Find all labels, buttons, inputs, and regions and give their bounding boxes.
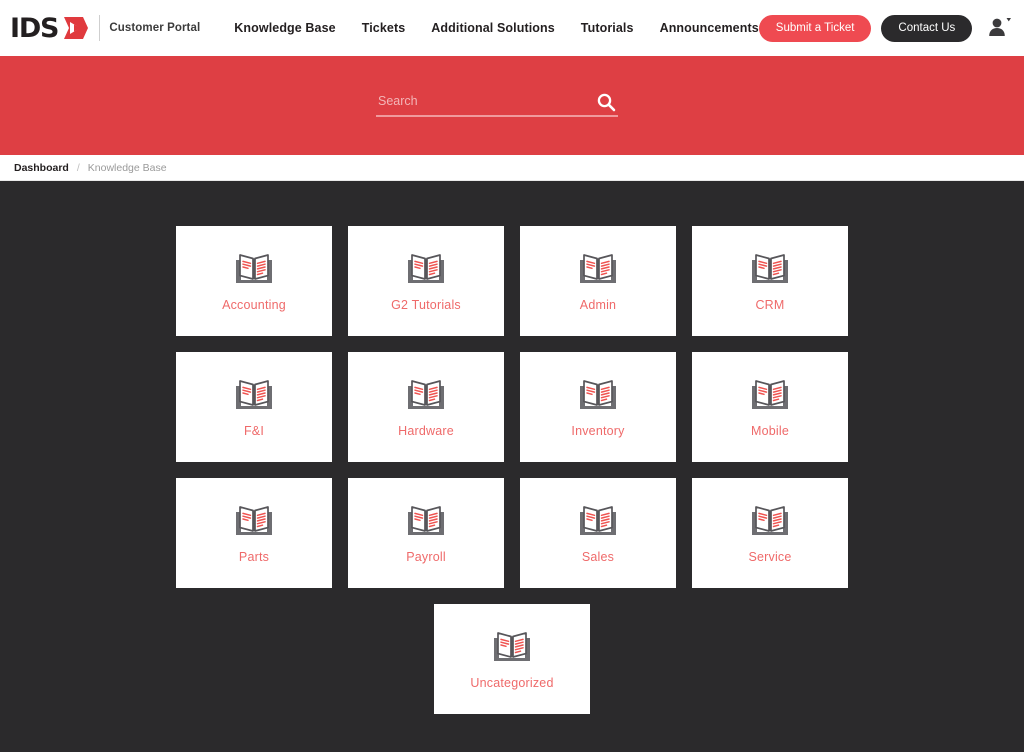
nav-tutorials[interactable]: Tutorials	[581, 21, 634, 35]
category-card-label: Sales	[581, 549, 615, 564]
main-nav: Knowledge Base Tickets Additional Soluti…	[234, 21, 759, 35]
top-actions: Submit a Ticket Contact Us	[758, 14, 1013, 42]
category-card-label: Accounting	[222, 297, 286, 312]
category-card-label: Payroll	[406, 549, 446, 564]
open-book-icon	[406, 503, 446, 537]
open-book-icon	[406, 251, 446, 285]
sub-brand-label: Customer Portal	[109, 22, 201, 34]
contact-us-button[interactable]: Contact Us	[881, 14, 973, 42]
open-book-icon	[750, 377, 790, 411]
category-card[interactable]: Accounting	[176, 226, 332, 336]
category-card[interactable]: Payroll	[348, 478, 504, 588]
open-book-icon	[406, 377, 446, 411]
category-card[interactable]: Hardware	[348, 352, 504, 462]
open-book-icon	[234, 251, 274, 285]
category-card-label: Uncategorized	[470, 675, 554, 690]
brand-divider	[99, 15, 101, 41]
category-card[interactable]: G2 Tutorials	[348, 226, 504, 336]
nav-announcements[interactable]: Announcements	[660, 21, 759, 35]
category-card[interactable]: Admin	[520, 226, 676, 336]
logo-wordmark: IDS	[10, 12, 60, 44]
breadcrumb: Dashboard / Knowledge Base	[0, 155, 1024, 181]
breadcrumb-separator: /	[76, 161, 80, 174]
category-card[interactable]: F&I	[176, 352, 332, 462]
open-book-icon	[750, 251, 790, 285]
category-card-label: CRM	[755, 297, 785, 312]
category-card-label: Parts	[238, 549, 270, 564]
brand-logo[interactable]: IDS Customer Portal	[10, 15, 200, 42]
nav-tickets[interactable]: Tickets	[362, 21, 406, 35]
open-book-icon	[750, 503, 790, 537]
open-book-icon	[234, 377, 274, 411]
open-book-icon	[492, 629, 532, 663]
search-field-wrapper	[376, 92, 618, 117]
category-card-label: Hardware	[398, 423, 454, 438]
search-submit-button[interactable]	[596, 92, 616, 112]
category-grid-last-row: Uncategorized	[176, 604, 848, 714]
breadcrumb-dashboard[interactable]: Dashboard	[14, 162, 69, 174]
search-input[interactable]	[376, 94, 576, 110]
category-card-label: Service	[748, 549, 792, 564]
category-card[interactable]: Uncategorized	[434, 604, 590, 714]
category-card[interactable]: CRM	[692, 226, 848, 336]
category-card-label: Admin	[579, 297, 617, 312]
search-icon	[597, 93, 616, 112]
category-card-label: Mobile	[750, 423, 790, 438]
category-card-label: F&I	[243, 423, 265, 438]
open-book-icon	[578, 251, 618, 285]
category-card[interactable]: Mobile	[692, 352, 848, 462]
ids-arrow-logo-icon	[61, 15, 89, 41]
knowledge-base-content: Accounting G2 Tutorials Admin CRM F&I Ha…	[0, 181, 1024, 752]
top-navigation-bar: IDS Customer Portal Knowledge Base Ticke…	[0, 0, 1024, 56]
category-card[interactable]: Inventory	[520, 352, 676, 462]
open-book-icon	[234, 503, 274, 537]
category-card-label: G2 Tutorials	[391, 297, 461, 312]
nav-knowledge-base[interactable]: Knowledge Base	[234, 21, 335, 35]
category-card[interactable]: Sales	[520, 478, 676, 588]
search-banner	[0, 56, 1024, 155]
open-book-icon	[578, 377, 618, 411]
user-avatar-icon[interactable]	[986, 14, 1012, 42]
category-card-label: Inventory	[571, 423, 625, 438]
open-book-icon	[578, 503, 618, 537]
category-grid: Accounting G2 Tutorials Admin CRM F&I Ha…	[176, 226, 848, 588]
category-card[interactable]: Parts	[176, 478, 332, 588]
breadcrumb-knowledge-base: Knowledge Base	[87, 161, 167, 174]
category-card[interactable]: Service	[692, 478, 848, 588]
nav-additional-solutions[interactable]: Additional Solutions	[431, 21, 555, 35]
submit-ticket-button[interactable]: Submit a Ticket	[758, 14, 872, 42]
